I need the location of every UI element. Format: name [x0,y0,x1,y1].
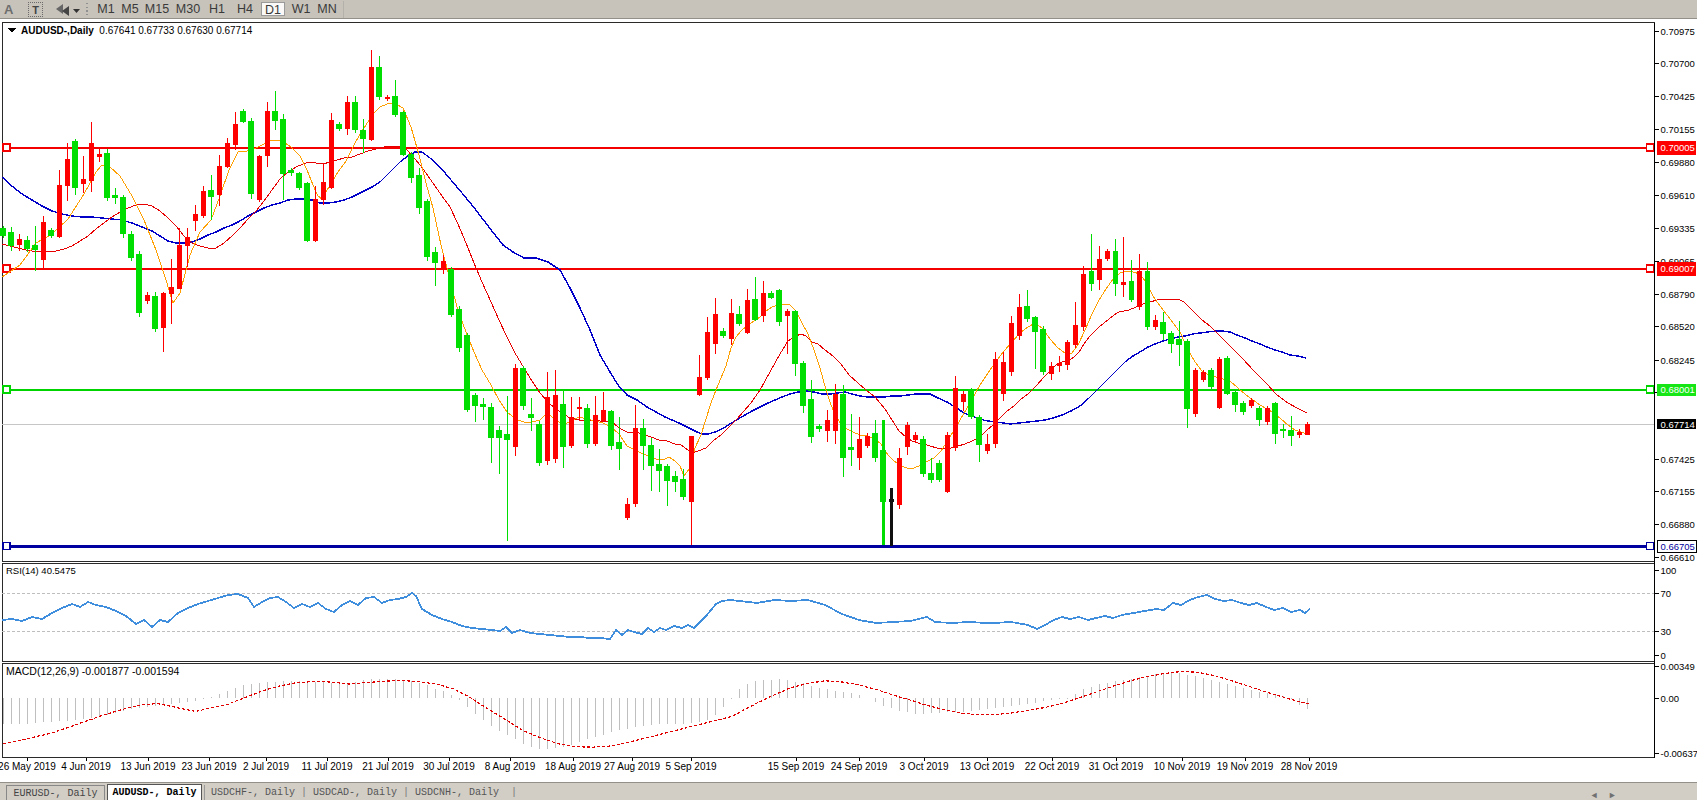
svg-text:0.69610: 0.69610 [1661,190,1695,201]
svg-text:24 Sep 2019: 24 Sep 2019 [831,761,888,772]
svg-text:13 Jun 2019: 13 Jun 2019 [120,761,175,772]
svg-text:MACD(12,26,9) -0.001877 -0.001: MACD(12,26,9) -0.001877 -0.001594 [6,665,180,677]
svg-text:18 Aug 2019: 18 Aug 2019 [545,761,602,772]
svg-text:0.68245: 0.68245 [1661,355,1695,366]
svg-text:30 Jul 2019: 30 Jul 2019 [423,761,475,772]
svg-text:27 Aug 2019: 27 Aug 2019 [604,761,661,772]
svg-text:15 Sep 2019: 15 Sep 2019 [768,761,825,772]
svg-text:0.69007: 0.69007 [1661,263,1695,274]
svg-text:0.66880: 0.66880 [1661,519,1695,530]
svg-text:0.68520: 0.68520 [1661,321,1695,332]
svg-text:4 Jun 2019: 4 Jun 2019 [61,761,111,772]
svg-text:5 Sep 2019: 5 Sep 2019 [665,761,717,772]
svg-text:19 Nov 2019: 19 Nov 2019 [1217,761,1274,772]
svg-text:0.68001: 0.68001 [1661,384,1695,395]
svg-text:0.66610: 0.66610 [1661,552,1695,563]
svg-text:23 Jun 2019: 23 Jun 2019 [181,761,236,772]
svg-text:0.70700: 0.70700 [1661,58,1695,69]
svg-text:13 Oct 2019: 13 Oct 2019 [960,761,1015,772]
svg-text:0.00349: 0.00349 [1661,661,1695,672]
svg-text:-0.00637: -0.00637 [1661,748,1697,759]
svg-text:2 Jul 2019: 2 Jul 2019 [243,761,290,772]
svg-text:0.67155: 0.67155 [1661,486,1695,497]
svg-text:8 Aug 2019: 8 Aug 2019 [485,761,536,772]
svg-text:28 Nov 2019: 28 Nov 2019 [1281,761,1338,772]
svg-text:10 Nov 2019: 10 Nov 2019 [1154,761,1211,772]
svg-text:30: 30 [1661,626,1672,637]
svg-text:0.67714: 0.67714 [1661,419,1695,430]
svg-text:AUDUSD-,Daily 0.67641 0.67733: AUDUSD-,Daily 0.67641 0.67733 0.67630 0.… [21,25,253,36]
svg-text:31 Oct 2019: 31 Oct 2019 [1089,761,1144,772]
svg-text:100: 100 [1661,565,1677,576]
svg-text:70: 70 [1661,588,1672,599]
svg-text:11 Jul 2019: 11 Jul 2019 [302,761,353,772]
svg-text:0.66705: 0.66705 [1661,541,1695,552]
svg-text:0.67425: 0.67425 [1661,454,1695,465]
svg-text:0.00: 0.00 [1661,693,1680,704]
svg-text:22 Oct 2019: 22 Oct 2019 [1025,761,1080,772]
svg-text:3 Oct 2019: 3 Oct 2019 [900,761,949,772]
svg-text:0.70005: 0.70005 [1661,142,1695,153]
svg-text:0.69880: 0.69880 [1661,157,1695,168]
svg-text:0.70425: 0.70425 [1661,91,1695,102]
svg-text:0.70155: 0.70155 [1661,124,1695,135]
svg-text:RSI(14) 40.5475: RSI(14) 40.5475 [6,565,76,576]
svg-text:0.69335: 0.69335 [1661,223,1695,234]
svg-text:26 May 2019: 26 May 2019 [0,761,56,772]
svg-text:0.70975: 0.70975 [1661,26,1695,37]
svg-text:0: 0 [1661,650,1666,661]
svg-text:0.68790: 0.68790 [1661,289,1695,300]
svg-text:21 Jul 2019: 21 Jul 2019 [362,761,414,772]
